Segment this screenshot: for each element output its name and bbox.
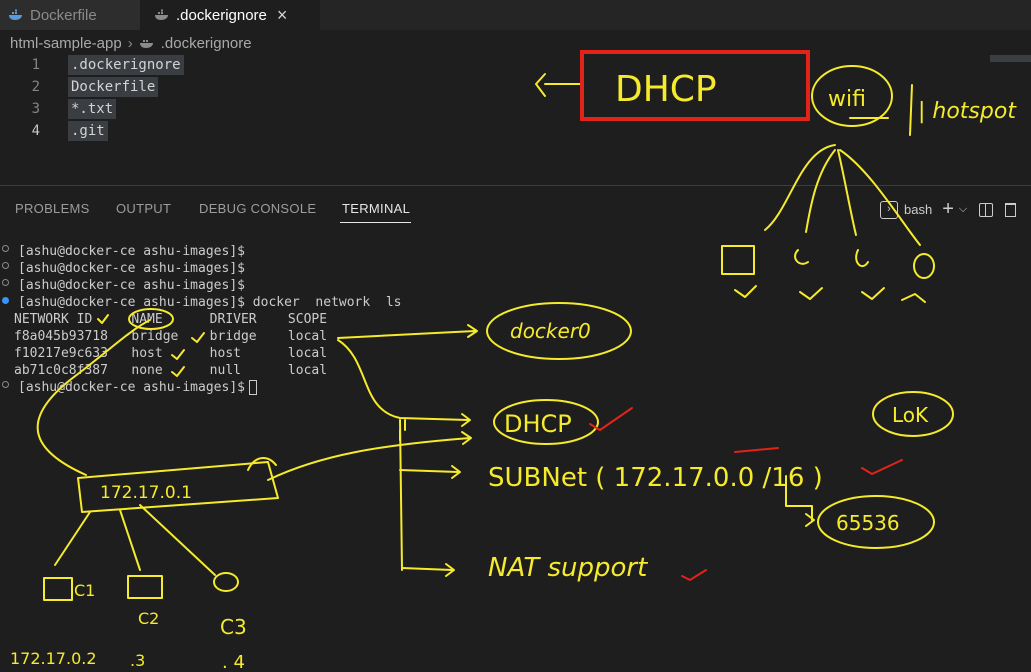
c3-label: C3 xyxy=(220,615,247,639)
branch-line xyxy=(764,144,836,231)
annotation-overlay: DHCP wifi | hotspot docker0 DHCP SUBNet … xyxy=(10,50,1017,672)
dhcp-label: DHCP xyxy=(504,410,572,438)
container-ip-label: . 4 xyxy=(222,652,245,672)
c1-label: C1 xyxy=(74,581,95,600)
nat-label: NAT support xyxy=(488,553,648,583)
device-icon xyxy=(721,245,755,275)
annotation-arrow xyxy=(337,330,476,339)
subnet-label: SUBNet ( 172.17.0.0 /16 ) xyxy=(488,463,823,493)
wifi-label: wifi xyxy=(828,87,866,112)
hotspot-label: | hotspot xyxy=(918,99,1017,124)
name-circle xyxy=(128,308,174,330)
container-ip-label: .3 xyxy=(130,651,145,670)
docker0-label: docker0 xyxy=(510,319,591,343)
annotation-arrowhead xyxy=(535,73,546,97)
dhcp-box-label: DHCP xyxy=(615,69,717,110)
c2-label: C2 xyxy=(138,609,159,628)
gateway-ip-label: 172.17.0.1 xyxy=(100,483,192,503)
container-icon xyxy=(127,575,163,599)
count-label: 65536 xyxy=(836,511,900,535)
container-ip-label: 172.17.0.2 xyxy=(10,649,97,668)
lok-label: LoK xyxy=(892,403,929,427)
container-icon xyxy=(43,577,73,601)
